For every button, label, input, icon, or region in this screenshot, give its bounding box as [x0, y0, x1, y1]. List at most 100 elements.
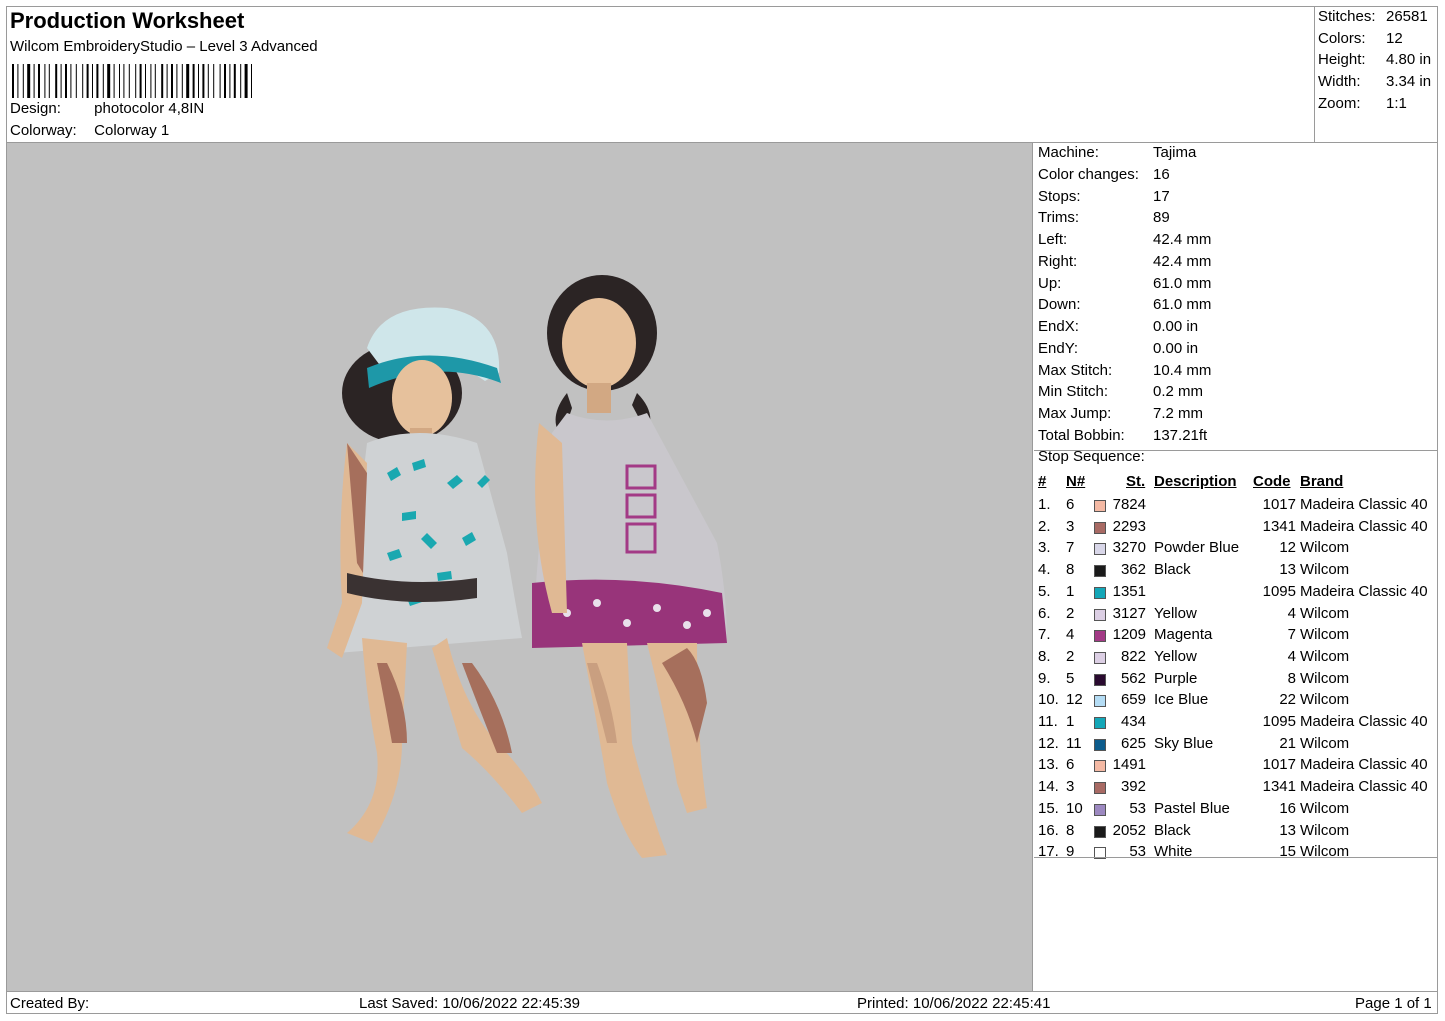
machine-info-row: Total Bobbin: 137.21ft: [1038, 426, 1208, 444]
info-panel: Machine: Tajima Color changes: 16 Stops: 17 Tr…: [1034, 143, 1438, 991]
thread-brand: Madeira Classic 40: [1300, 517, 1428, 535]
color-swatch: [1094, 695, 1106, 708]
thread-code: 13: [1279, 561, 1296, 579]
table-row: 10. 12 659 Ice Blue 22 Wilcom: [1034, 691, 1438, 712]
thread-brand: Wilcom: [1300, 561, 1350, 579]
color-swatch: [1094, 673, 1106, 686]
colorway-info: Colorway: Colorway 1: [10, 122, 169, 139]
thread-code: 16: [1279, 799, 1296, 817]
needle-number: 5: [1066, 669, 1075, 687]
stitch-count: 3127: [1112, 604, 1146, 622]
stitch-count: 362: [1120, 561, 1146, 579]
thread-code: 12: [1279, 539, 1296, 557]
row-index: 8.: [1038, 647, 1051, 665]
color-swatch: [1094, 717, 1106, 729]
color-swatch: [1094, 500, 1106, 512]
table-row: 7. 4 1209 Magenta 7 Wilcom: [1034, 626, 1438, 647]
row-index: 7.: [1038, 626, 1051, 644]
colorway-label: Colorway:: [10, 122, 77, 139]
stitch-count: 659: [1120, 691, 1146, 709]
thread-brand: Wilcom: [1300, 626, 1350, 644]
thread-brand: Wilcom: [1300, 734, 1350, 752]
machine-info-row: EndX: 0.00 in: [1038, 318, 1199, 335]
page-title: Production Worksheet: [10, 8, 245, 33]
row-index: 3.: [1038, 539, 1051, 557]
machine-info-row: Color changes: 16: [1038, 165, 1170, 183]
thread-description: Black: [1154, 561, 1191, 579]
thread-code: 8: [1287, 669, 1296, 687]
needle-number: 3: [1066, 517, 1075, 535]
needle-number: 8: [1066, 561, 1075, 579]
thread-brand: Wilcom: [1300, 604, 1350, 622]
table-row: 4. 8 362 Black 13 Wilcom: [1034, 561, 1438, 582]
thread-brand: Madeira Classic 40: [1300, 778, 1428, 796]
table-row: 16. 8 2052 Black 13 Wilcom: [1034, 822, 1438, 843]
stitch-count: 7824: [1112, 496, 1146, 513]
needle-number: 10: [1066, 799, 1083, 817]
stitch-count: 625: [1120, 734, 1146, 752]
right-child-figure: [532, 275, 727, 858]
printed-date: Printed: 10/06/2022 22:45:41: [857, 995, 1051, 1012]
thread-brand: Wilcom: [1300, 647, 1350, 665]
machine-info-row: Machine: Tajima: [1038, 144, 1197, 161]
color-swatch: [1094, 543, 1106, 556]
row-index: 11.: [1038, 713, 1058, 730]
thread-code: 4: [1287, 604, 1296, 622]
machine-info-row: Min Stitch: 0.2 mm: [1038, 383, 1204, 401]
thread-description: Magenta: [1154, 626, 1213, 644]
stat-zoom: Zoom: 1:1: [1318, 95, 1407, 112]
col-header-needle: N#: [1066, 473, 1086, 490]
row-index: 15.: [1038, 799, 1059, 817]
col-header-stitches: St.: [1126, 473, 1146, 490]
color-swatch: [1094, 760, 1106, 773]
needle-number: 6: [1066, 496, 1075, 513]
color-swatch: [1094, 803, 1106, 816]
table-row: 11. 1 434 1095 Madeira Classic 40: [1034, 713, 1438, 734]
machine-info-row: EndY: 0.00 in: [1038, 339, 1199, 357]
thread-description: Ice Blue: [1154, 691, 1209, 709]
stat-height: Height: 4.80 in: [1318, 51, 1432, 68]
table-row: 15. 10 53 Pastel Blue 16 Wilcom: [1034, 800, 1438, 821]
table-row: 6. 2 3127 Yellow 4 Wilcom: [1034, 605, 1438, 626]
needle-number: 1: [1066, 713, 1075, 730]
stat-width: Width: 3.34 in: [1318, 73, 1432, 90]
software-name: Wilcom EmbroideryStudio – Level 3 Advanc…: [10, 38, 318, 55]
thread-description: Yellow: [1154, 604, 1197, 622]
thread-description: Yellow: [1154, 647, 1197, 665]
color-swatch: [1094, 565, 1106, 578]
thread-code: 21: [1279, 734, 1296, 752]
stitch-count: 1491: [1112, 756, 1146, 774]
color-swatch: [1094, 608, 1106, 621]
needle-number: 2: [1066, 647, 1075, 665]
table-row: 12. 11 625 Sky Blue 21 Wilcom: [1034, 735, 1438, 756]
stitch-count: 562: [1120, 669, 1146, 687]
thread-code: 1017: [1262, 756, 1296, 774]
stitch-count: 53: [1129, 799, 1146, 817]
page-number: Page 1 of 1: [1355, 995, 1432, 1012]
table-row: 14. 3 392 1341 Madeira Classic 40: [1034, 778, 1438, 799]
needle-number: 7: [1066, 539, 1075, 557]
color-swatch: [1094, 586, 1106, 599]
left-child-figure: [327, 307, 542, 843]
thread-brand: Madeira Classic 40: [1300, 713, 1428, 730]
needle-number: 3: [1066, 778, 1075, 796]
stitch-count: 434: [1120, 713, 1146, 730]
machine-info-row: Max Stitch: 10.4 mm: [1038, 361, 1212, 379]
divider: [1034, 857, 1438, 858]
design-label: Design:: [10, 100, 61, 117]
thread-code: 13: [1279, 821, 1296, 839]
barcode: [12, 64, 252, 98]
thread-code: 1095: [1262, 713, 1296, 730]
thread-code: 1341: [1262, 778, 1296, 796]
thread-description: Purple: [1154, 669, 1198, 687]
color-swatch: [1094, 738, 1106, 751]
stitch-count: 392: [1120, 778, 1146, 796]
created-by: Created By:: [10, 995, 90, 1012]
table-row: 3. 7 3270 Powder Blue 12 Wilcom: [1034, 539, 1438, 560]
table-row: 17. 9 53 White 15 Wilcom: [1034, 843, 1438, 864]
col-header-description: Description: [1154, 473, 1237, 490]
row-index: 9.: [1038, 669, 1051, 687]
embroidery-illustration: [327, 275, 727, 858]
needle-number: 4: [1066, 626, 1075, 644]
col-header-code: Code: [1253, 473, 1291, 490]
